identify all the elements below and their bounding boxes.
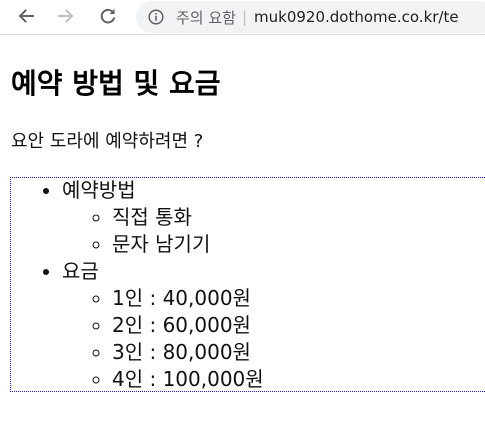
list-item: 요금 1인 : 40,000원 2인 : 60,000원 3인 : 80,000…	[62, 258, 264, 393]
sub-list-item: 2인 : 60,000원	[112, 312, 264, 339]
reload-icon	[100, 8, 116, 24]
list-item-label: 요금	[62, 259, 99, 283]
url-text[interactable]: muk0920.dothome.co.kr/te	[254, 8, 459, 26]
list-item: 예약방법 직접 통화 문자 남기기	[62, 177, 264, 258]
sub-list-item: 직접 통화	[112, 204, 264, 231]
sub-list-item: 4인 : 100,000원	[112, 366, 264, 393]
sub-list: 1인 : 40,000원 2인 : 60,000원 3인 : 80,000원 4…	[62, 285, 264, 393]
page-content: 예약 방법 및 요금 요안 도라에 예약하려면 ? 예약방법 직접 통화 문자 …	[0, 35, 485, 423]
sub-list-item: 문자 남기기	[112, 231, 264, 258]
sub-list: 직접 통화 문자 남기기	[62, 204, 264, 258]
list-item-label: 예약방법	[62, 178, 136, 202]
back-button[interactable]	[12, 2, 40, 30]
forward-button[interactable]	[52, 2, 80, 30]
address-bar[interactable]: 주의 요함 | muk0920.dothome.co.kr/te	[136, 1, 485, 33]
info-icon[interactable]	[148, 9, 164, 25]
reload-button[interactable]	[94, 2, 122, 30]
arrow-right-icon	[58, 9, 74, 23]
sub-list-item: 3인 : 80,000원	[112, 339, 264, 366]
page-title: 예약 방법 및 요금	[11, 67, 221, 100]
url-separator: |	[241, 8, 248, 26]
arrow-left-icon	[18, 9, 34, 23]
intro-text: 요안 도라에 예약하려면 ?	[11, 131, 204, 152]
info-list: 예약방법 직접 통화 문자 남기기 요금 1인 : 40,000원 2인 : 6…	[10, 177, 264, 393]
security-status-label[interactable]: 주의 요함	[176, 7, 236, 28]
browser-toolbar: 주의 요함 | muk0920.dothome.co.kr/te	[0, 0, 485, 35]
sub-list-item: 1인 : 40,000원	[112, 285, 264, 312]
